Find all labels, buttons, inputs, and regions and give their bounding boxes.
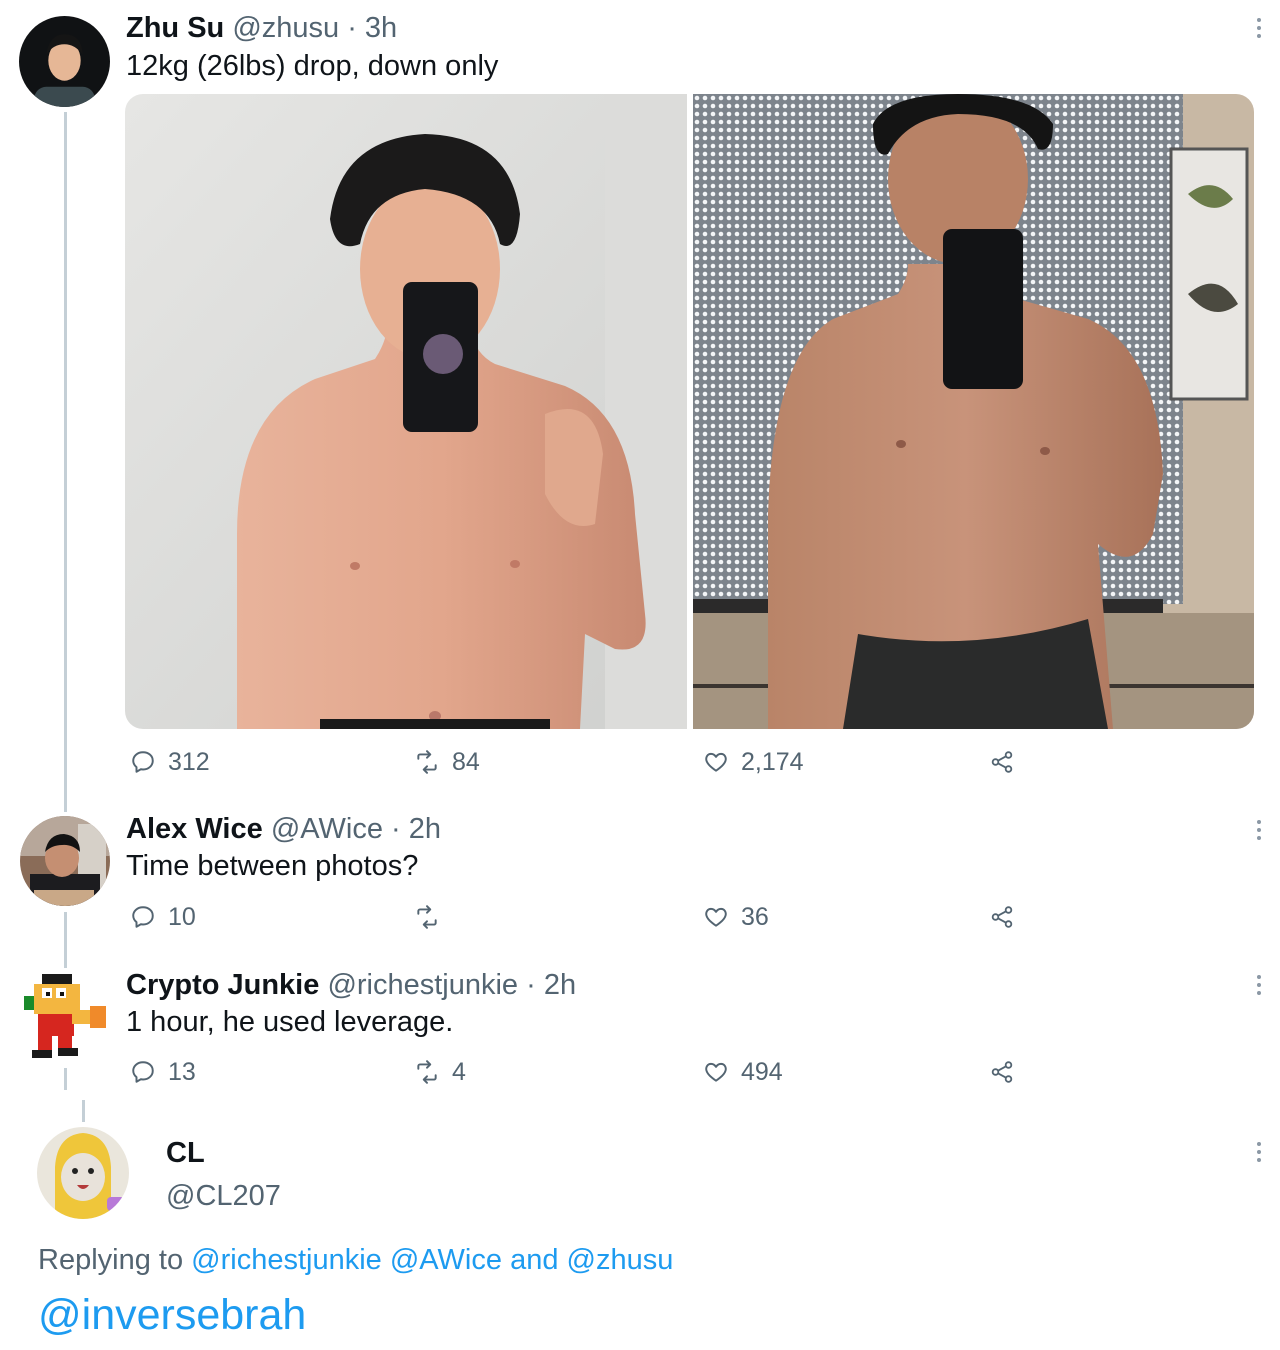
before-photo[interactable] xyxy=(125,94,687,729)
author-handle[interactable]: @zhusu xyxy=(232,12,339,44)
tweet-header: Alex Wice @AWice · 2h xyxy=(126,812,441,846)
replying-to-label: Replying to xyxy=(38,1244,184,1276)
share-nodes-icon xyxy=(991,1061,1013,1083)
focused-tweet-text[interactable]: @inversebrah xyxy=(38,1290,306,1340)
thread-connector xyxy=(64,112,67,812)
retweet-button[interactable]: 84 xyxy=(414,747,480,777)
like-count: 494 xyxy=(741,1058,783,1086)
share-button[interactable] xyxy=(989,902,1027,932)
tweet-text: 1 hour, he used leverage. xyxy=(126,1006,454,1038)
author-handle[interactable]: @AWice xyxy=(271,813,383,845)
like-button[interactable]: 36 xyxy=(703,902,769,932)
reply-count: 312 xyxy=(168,748,210,776)
speech-bubble-icon xyxy=(132,751,154,773)
like-count: 36 xyxy=(741,903,769,931)
like-button[interactable]: 494 xyxy=(703,1057,783,1087)
avatar-awice[interactable] xyxy=(20,816,110,906)
tweet-header: Crypto Junkie @richestjunkie · 2h xyxy=(126,968,576,1002)
focused-author-handle[interactable]: @CL207 xyxy=(166,1179,281,1213)
speech-bubble-icon xyxy=(132,906,154,928)
retweet-arrows-icon xyxy=(417,1060,437,1084)
mention-link[interactable]: @richestjunkie xyxy=(191,1244,382,1276)
thread-connector xyxy=(64,1068,67,1090)
reply-count: 10 xyxy=(168,903,196,931)
retweet-button[interactable] xyxy=(414,902,452,932)
heart-icon xyxy=(705,752,727,772)
tweet-time[interactable]: · 2h xyxy=(391,813,441,845)
more-options-icon[interactable] xyxy=(1252,973,1266,997)
like-button[interactable]: 2,174 xyxy=(703,747,804,777)
more-options-icon[interactable] xyxy=(1252,818,1266,842)
retweet-count: 84 xyxy=(452,748,480,776)
author-name[interactable]: Alex Wice xyxy=(126,813,263,845)
retweet-arrows-icon xyxy=(417,750,437,774)
tweet-text: Time between photos? xyxy=(126,850,419,882)
avatar-zhusu[interactable] xyxy=(19,16,110,107)
more-options-icon[interactable] xyxy=(1252,1140,1266,1164)
thread-connector xyxy=(64,912,67,968)
speech-bubble-icon xyxy=(132,1061,154,1083)
avatar-cl207[interactable] xyxy=(37,1127,129,1219)
retweet-button[interactable]: 4 xyxy=(414,1057,466,1087)
tweet-time[interactable]: · 3h xyxy=(347,12,397,44)
retweet-arrows-icon xyxy=(417,905,437,929)
reply-button[interactable]: 13 xyxy=(130,1057,196,1087)
thread-connector xyxy=(82,1100,85,1122)
like-count: 2,174 xyxy=(741,748,804,776)
reply-button[interactable]: 312 xyxy=(130,747,210,777)
tweet-text: 12kg (26lbs) drop, down only xyxy=(126,50,499,82)
author-name[interactable]: Crypto Junkie xyxy=(126,969,319,1001)
heart-icon xyxy=(705,1062,727,1082)
more-options-icon[interactable] xyxy=(1252,16,1266,40)
replying-to-line: Replying to @richestjunkie @AWice and @z… xyxy=(38,1243,673,1277)
share-button[interactable] xyxy=(989,747,1027,777)
author-handle[interactable]: @richestjunkie xyxy=(327,969,518,1001)
reply-button[interactable]: 10 xyxy=(130,902,196,932)
tweet-time[interactable]: · 2h xyxy=(526,969,576,1001)
mention-link[interactable]: @AWice xyxy=(390,1244,502,1276)
focused-author-name[interactable]: CL xyxy=(166,1136,205,1170)
share-nodes-icon xyxy=(991,751,1013,773)
author-name[interactable]: Zhu Su xyxy=(126,12,224,44)
mention-link[interactable]: @zhusu xyxy=(567,1244,674,1276)
share-nodes-icon xyxy=(991,906,1013,928)
retweet-count: 4 xyxy=(452,1058,466,1086)
heart-icon xyxy=(705,907,727,927)
tweet-header: Zhu Su @zhusu · 3h xyxy=(126,11,397,45)
after-photo[interactable] xyxy=(693,94,1254,729)
share-button[interactable] xyxy=(989,1057,1027,1087)
replying-joiner[interactable]: and xyxy=(510,1244,558,1276)
reply-count: 13 xyxy=(168,1058,196,1086)
avatar-richestjunkie[interactable] xyxy=(20,970,110,1062)
